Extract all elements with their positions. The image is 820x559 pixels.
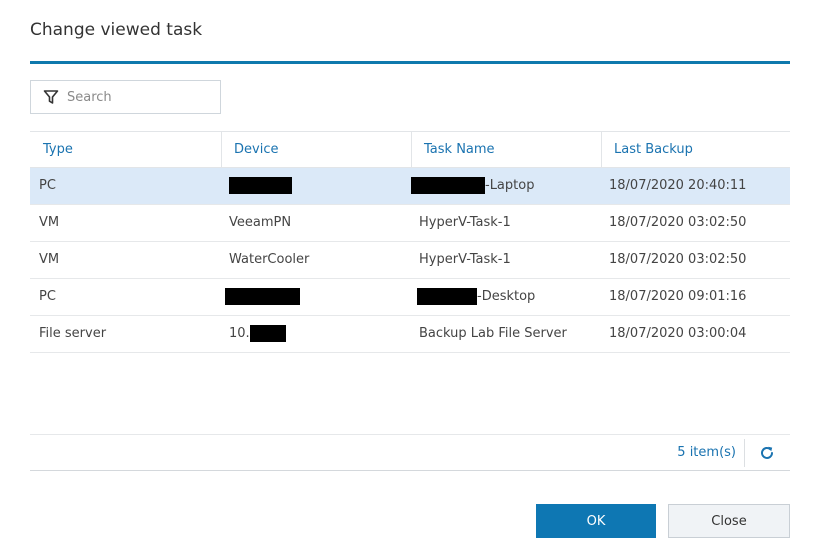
redacted-block — [249, 325, 286, 342]
cell-task-name: Backup Lab File Server — [419, 326, 567, 341]
cell-type: PC — [39, 178, 56, 193]
redacted-block — [229, 177, 292, 194]
refresh-icon[interactable] — [758, 444, 776, 462]
task-name-suffix: -Desktop — [477, 289, 536, 304]
column-header-last-backup[interactable]: Last Backup — [601, 132, 790, 167]
table-row[interactable]: VM WaterCooler HyperV-Task-1 18/07/2020 … — [30, 242, 790, 279]
task-name-suffix: -Laptop — [485, 178, 535, 193]
cell-type: PC — [39, 289, 56, 304]
search-box[interactable] — [30, 80, 221, 114]
search-input[interactable] — [67, 89, 207, 105]
cell-type: File server — [39, 326, 107, 341]
cell-task-name: -Desktop — [411, 279, 601, 315]
table-row[interactable]: PC -Desktop 18/07/2020 09:01:16 — [30, 279, 790, 316]
close-button[interactable]: Close — [668, 504, 790, 538]
cell-device: 10. — [221, 316, 411, 352]
table-header: Type Device Task Name Last Backup — [30, 131, 790, 168]
cell-device — [221, 279, 411, 315]
table-row[interactable]: VM VeeamPN HyperV-Task-1 18/07/2020 03:0… — [30, 205, 790, 242]
task-table: Type Device Task Name Last Backup PC -La… — [30, 131, 790, 353]
cell-type: VM — [39, 252, 60, 267]
table-footer: 5 item(s) — [30, 434, 790, 471]
cell-last-backup: 18/07/2020 09:01:16 — [609, 289, 747, 304]
filter-icon — [43, 89, 59, 105]
cell-last-backup: 18/07/2020 20:40:11 — [609, 178, 747, 193]
column-header-device[interactable]: Device — [221, 132, 411, 167]
dialog-title: Change viewed task — [30, 20, 203, 40]
item-count: 5 item(s) — [677, 445, 736, 460]
cell-device — [221, 168, 411, 204]
redacted-block — [411, 177, 485, 194]
table-row[interactable]: PC -Laptop 18/07/2020 20:40:11 — [30, 168, 790, 205]
column-header-task-name[interactable]: Task Name — [411, 132, 601, 167]
cell-last-backup: 18/07/2020 03:00:04 — [609, 326, 747, 341]
column-header-type[interactable]: Type — [30, 132, 221, 167]
cell-task-name: HyperV-Task-1 — [419, 215, 511, 230]
table-row[interactable]: File server 10. Backup Lab File Server 1… — [30, 316, 790, 353]
cell-last-backup: 18/07/2020 03:02:50 — [609, 252, 747, 267]
ok-button[interactable]: OK — [536, 504, 656, 538]
footer-divider — [744, 439, 745, 467]
cell-device: VeeamPN — [229, 215, 292, 230]
cell-task-name: HyperV-Task-1 — [419, 252, 511, 267]
cell-type: VM — [39, 215, 60, 230]
redacted-block — [225, 288, 300, 305]
cell-device: WaterCooler — [229, 252, 310, 267]
redacted-block — [417, 288, 477, 305]
cell-last-backup: 18/07/2020 03:02:50 — [609, 215, 747, 230]
device-ip-prefix: 10. — [229, 326, 250, 341]
cell-task-name: -Laptop — [411, 168, 601, 204]
title-divider — [30, 61, 790, 64]
